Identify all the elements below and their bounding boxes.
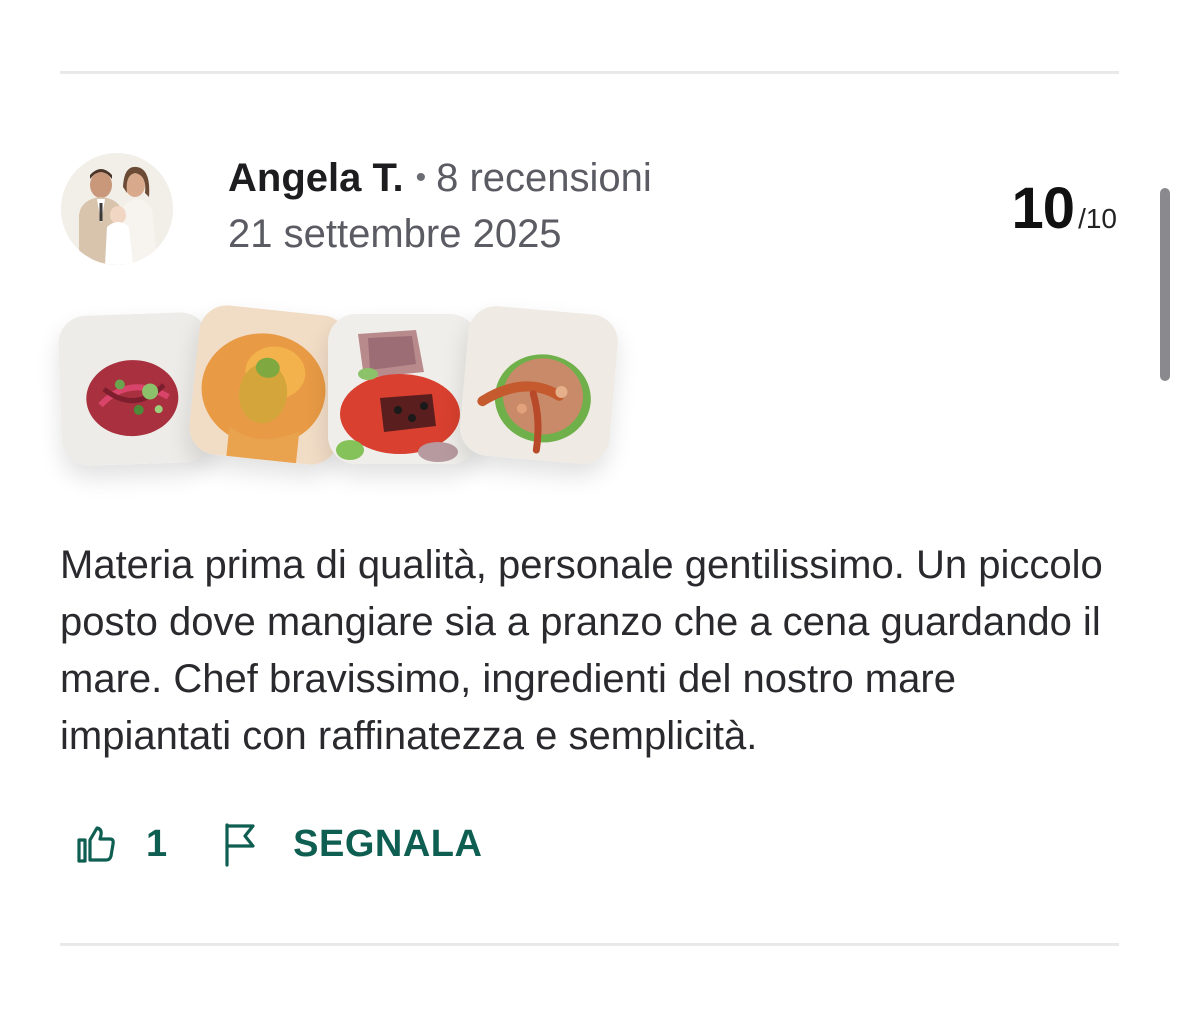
score-value: 10 — [1011, 176, 1076, 241]
separator-dot: • — [415, 161, 427, 194]
review-actions: 1 SEGNALA — [74, 816, 482, 872]
flag-icon — [221, 821, 261, 867]
scrollbar-thumb[interactable] — [1160, 188, 1170, 381]
bottom-divider — [60, 943, 1119, 946]
review-photos — [57, 302, 640, 506]
score-max: /10 — [1078, 203, 1117, 234]
report-button[interactable]: SEGNALA — [221, 821, 482, 867]
review-photo[interactable] — [57, 311, 213, 467]
reviewer-name[interactable]: Angela T. — [228, 156, 404, 200]
like-count: 1 — [146, 822, 168, 865]
review-photo[interactable] — [457, 303, 621, 467]
reviewer-line: Angela T. • 8 recensioni — [228, 154, 652, 206]
review-photo[interactable] — [328, 314, 478, 464]
review-text: Materia prima di qualità, personale gent… — [60, 543, 1103, 758]
report-label: SEGNALA — [293, 822, 483, 865]
like-button[interactable]: 1 — [74, 822, 167, 866]
review-card: Angela T. • 8 recensioni 21 settembre 2025… — [0, 0, 1179, 1011]
review-date: 21 settembre 2025 — [228, 212, 562, 256]
thumbs-up-icon — [74, 822, 118, 866]
review-score: 10/10 — [1012, 175, 1117, 242]
top-divider — [60, 71, 1119, 74]
review-count: 8 recensioni — [436, 156, 652, 200]
review-photo[interactable] — [186, 302, 352, 468]
reviewer-avatar[interactable] — [61, 153, 173, 265]
